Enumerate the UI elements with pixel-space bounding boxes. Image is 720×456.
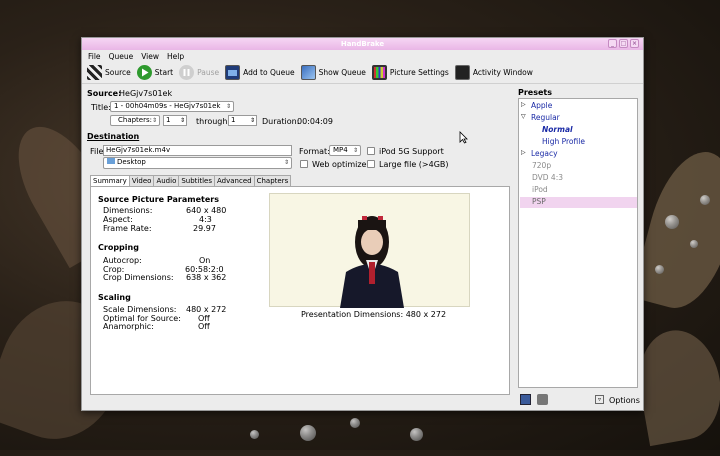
updown-icon: ⇕ — [151, 117, 157, 124]
pause-button[interactable]: Pause — [179, 65, 219, 80]
format-label: Format: — [299, 147, 330, 156]
range-type-select[interactable]: Chapters: ⇕ — [110, 115, 160, 126]
person-figure — [340, 216, 404, 308]
options-arrow-icon[interactable]: ▿ — [595, 395, 604, 404]
terminal-icon — [454, 65, 470, 80]
save-preset-icon[interactable] — [520, 394, 531, 405]
show-queue-button[interactable]: Show Queue — [300, 65, 366, 80]
cropping-heading: Cropping — [98, 243, 139, 252]
through-label: through — [196, 117, 228, 126]
preset-group-apple[interactable]: Apple — [531, 101, 552, 110]
dimensions-label: Dimensions: — [103, 206, 153, 215]
preset-group-legacy[interactable]: Legacy — [531, 149, 558, 158]
scale-dimensions-value: 480 x 272 — [186, 305, 227, 314]
close-button[interactable]: × — [630, 39, 639, 48]
preset-720p[interactable]: 720p — [532, 161, 551, 170]
duration-label: Duration: — [262, 117, 300, 126]
menu-view[interactable]: View — [141, 52, 159, 61]
crop-dimensions-label: Crop Dimensions: — [103, 273, 174, 282]
minimize-button[interactable]: _ — [608, 39, 617, 48]
framerate-label: Frame Rate: — [103, 224, 152, 233]
preset-high-profile[interactable]: High Profile — [542, 137, 585, 146]
window-title: HandBrake — [340, 40, 385, 48]
spin-arrows-icon: ⇕ — [249, 117, 255, 124]
menu-file[interactable]: File — [88, 52, 101, 61]
file-input[interactable]: HeGjv7s01ek.m4v — [103, 145, 292, 156]
maximize-button[interactable]: □ — [619, 39, 628, 48]
start-button[interactable]: Start — [136, 65, 173, 80]
preset-dvd43[interactable]: DVD 4:3 — [532, 173, 563, 182]
expand-arrow-icon[interactable]: ▷ — [521, 149, 526, 156]
queue-icon — [300, 65, 316, 80]
menu-help[interactable]: Help — [167, 52, 184, 61]
preset-psp[interactable]: PSP — [532, 197, 546, 206]
title-bar[interactable]: HandBrake _ □ × — [82, 38, 643, 50]
preset-group-regular[interactable]: Regular — [531, 113, 560, 122]
tab-subtitles[interactable]: Subtitles — [178, 175, 216, 186]
cursor-icon — [459, 131, 468, 144]
anamorphic-value: Off — [198, 322, 210, 331]
destination-label: Destination — [87, 132, 140, 141]
framerate-value: 29.97 — [193, 224, 216, 233]
source-label: Source: — [87, 89, 122, 98]
presets-heading: Presets — [518, 88, 553, 97]
aspect-value: 4:3 — [199, 215, 212, 224]
anamorphic-label: Anamorphic: — [103, 322, 154, 331]
aspect-label: Aspect: — [103, 215, 133, 224]
desktop-icon — [107, 158, 115, 164]
preview-image — [269, 193, 470, 308]
duration-value: 00:04:09 — [297, 117, 333, 126]
title-select[interactable]: 1 - 00h04m09s - HeGjv7s01ek ⇕ — [110, 101, 234, 112]
preset-normal[interactable]: Normal — [542, 125, 573, 134]
preset-ipod[interactable]: iPod — [532, 185, 548, 194]
clapperboard-icon — [87, 65, 102, 80]
delete-preset-icon[interactable] — [537, 394, 548, 405]
picture-settings-button[interactable]: Picture Settings — [371, 65, 449, 80]
tab-advanced[interactable]: Advanced — [214, 175, 255, 186]
scale-dimensions-label: Scale Dimensions: — [103, 305, 177, 314]
autocrop-value: On — [199, 256, 211, 265]
scaling-heading: Scaling — [98, 293, 131, 302]
presentation-dimensions: Presentation Dimensions: 480 x 272 — [301, 310, 447, 319]
title-label: Title: — [91, 103, 111, 112]
tab-chapters[interactable]: Chapters — [253, 175, 292, 186]
menu-bar: File Queue View Help — [82, 50, 643, 62]
crop-dimensions-value: 638 x 362 — [186, 273, 227, 282]
end-chapter-spin[interactable]: 1 ⇕ — [228, 115, 257, 126]
collapse-arrow-icon[interactable]: ▽ — [521, 113, 526, 120]
folder-select[interactable]: Desktop ⇕ — [103, 157, 292, 169]
updown-icon: ⇕ — [283, 159, 289, 166]
play-icon — [136, 65, 152, 80]
web-optimized-label: Web optimized — [312, 160, 372, 169]
pause-icon — [179, 65, 195, 80]
menu-queue[interactable]: Queue — [109, 52, 134, 61]
tv-icon — [371, 65, 387, 80]
add-queue-icon — [225, 65, 241, 80]
source-params-heading: Source Picture Parameters — [98, 195, 219, 204]
source-value: HeGjv7s01ek — [119, 89, 173, 98]
add-to-queue-button[interactable]: Add to Queue — [225, 65, 295, 80]
autocrop-label: Autocrop: — [103, 256, 142, 265]
updown-icon: ⇕ — [225, 103, 231, 110]
toolbar: Source Start Pause Add to Queue Show Que… — [82, 62, 643, 84]
large-file-checkbox[interactable] — [367, 160, 375, 168]
source-button[interactable]: Source — [87, 65, 131, 80]
dimensions-value: 640 x 480 — [186, 206, 227, 215]
spin-arrows-icon: ⇕ — [179, 117, 185, 124]
tab-video[interactable]: Video — [128, 175, 155, 186]
ipod-checkbox[interactable] — [367, 147, 375, 155]
start-chapter-spin[interactable]: 1 ⇕ — [163, 115, 187, 126]
options-button[interactable]: Options — [609, 396, 640, 405]
activity-window-button[interactable]: Activity Window — [454, 65, 533, 80]
ipod-label: iPod 5G Support — [379, 147, 444, 156]
updown-icon: ⇕ — [352, 147, 358, 154]
expand-arrow-icon[interactable]: ▷ — [521, 101, 526, 108]
large-file-label: Large file (>4GB) — [379, 160, 449, 169]
format-select[interactable]: MP4 ⇕ — [329, 145, 361, 156]
tab-audio[interactable]: Audio — [153, 175, 180, 186]
web-optimized-checkbox[interactable] — [300, 160, 308, 168]
